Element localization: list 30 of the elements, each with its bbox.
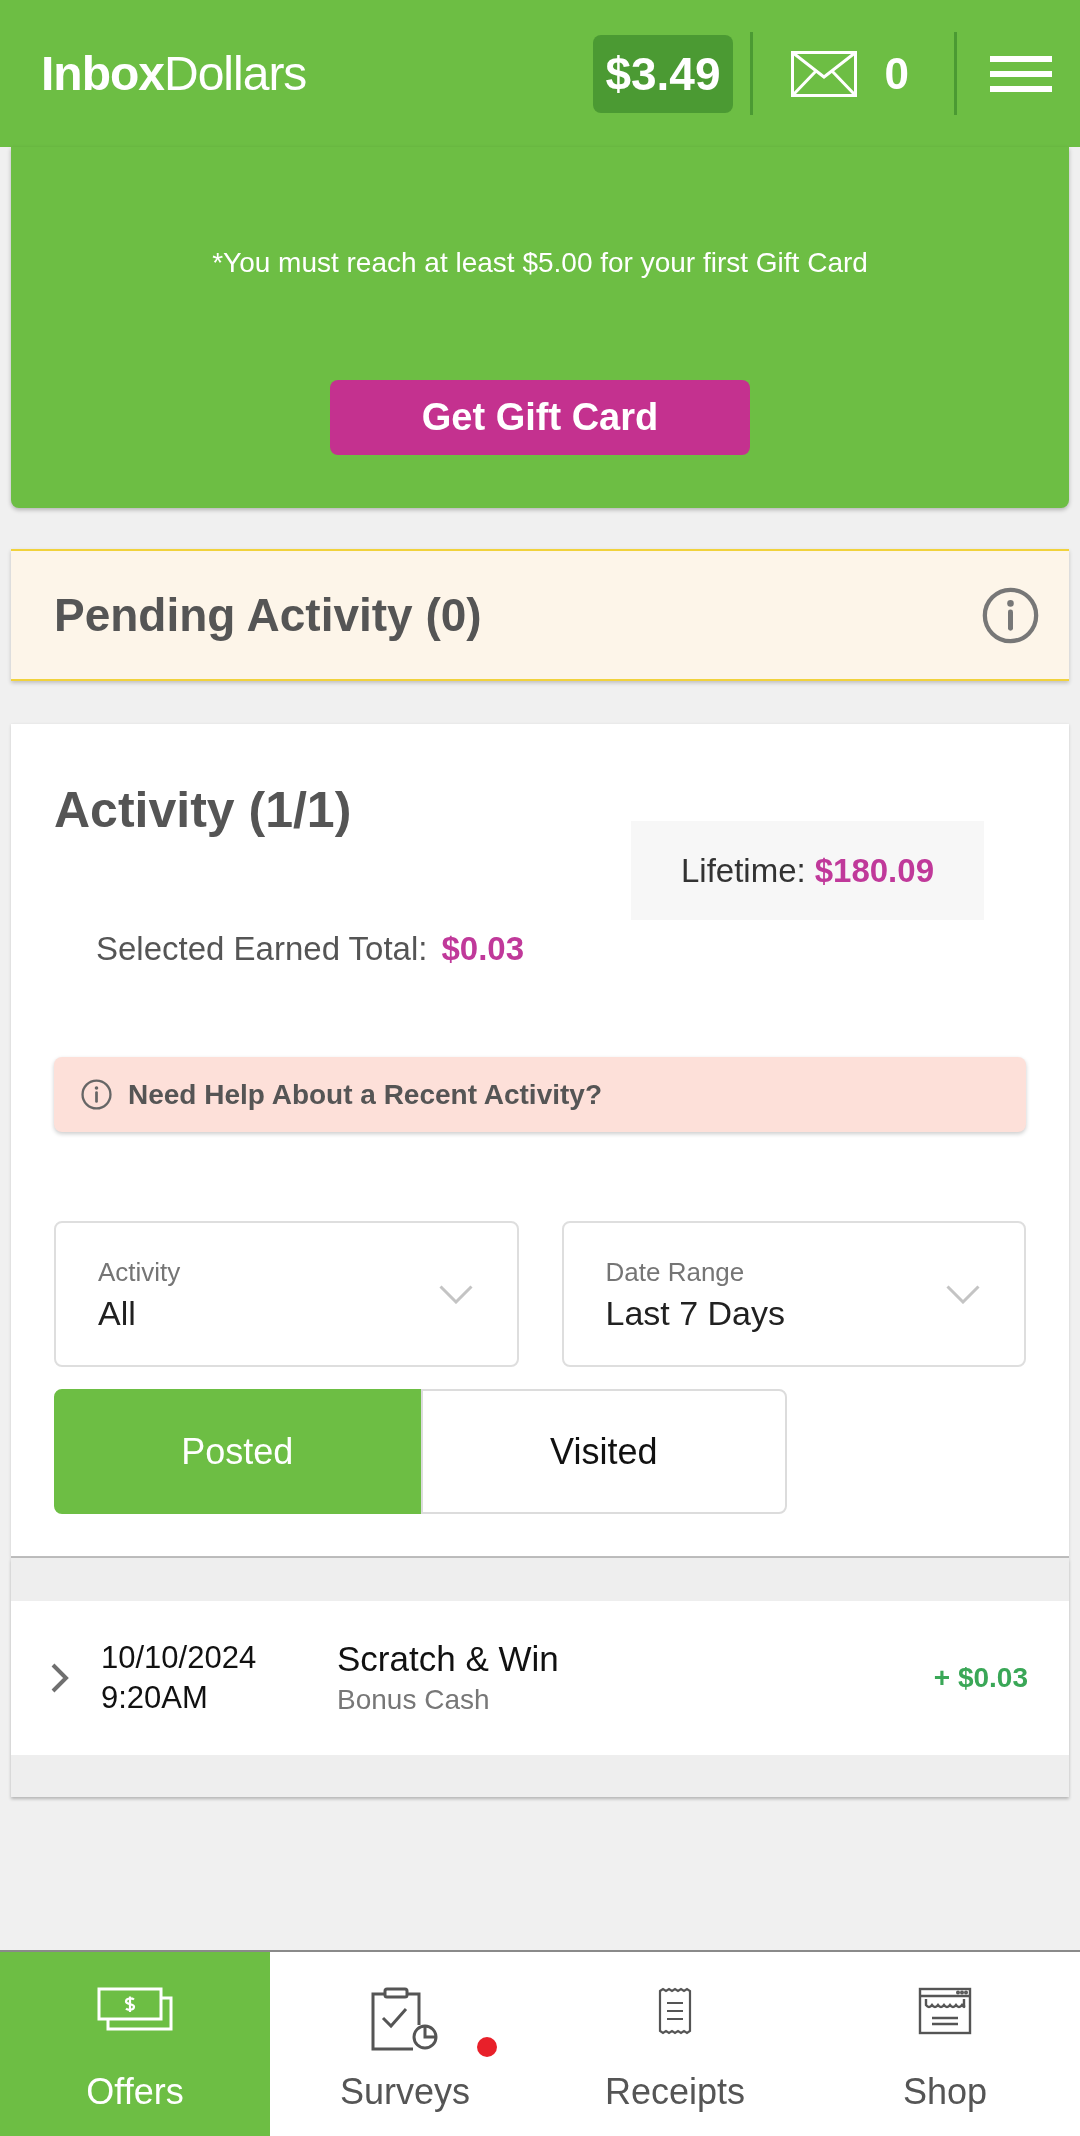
clipboard-icon bbox=[371, 1987, 439, 2051]
activity-title: Activity (1/1) bbox=[54, 781, 352, 839]
gift-card-notice: *You must reach at least $5.00 for your first Gift Card bbox=[212, 246, 868, 280]
help-banner[interactable]: Need Help About a Recent Activity? bbox=[54, 1057, 1026, 1132]
menu-icon bbox=[990, 55, 1052, 92]
lifetime-label: Lifetime: bbox=[681, 850, 806, 891]
selected-total-value: $0.03 bbox=[441, 930, 525, 968]
menu-button[interactable] bbox=[990, 55, 1052, 92]
mail-icon bbox=[790, 50, 857, 97]
activity-row[interactable]: 10/10/2024 9:20AM Scratch & Win Bonus Cash + $0.03 bbox=[11, 1601, 1069, 1755]
chevron-right-icon bbox=[50, 1662, 70, 1694]
entry-amount: + $0.03 bbox=[933, 1661, 1028, 1695]
entry-title: Scratch & Win bbox=[337, 1639, 559, 1679]
info-icon bbox=[81, 1079, 112, 1110]
receipt-icon bbox=[658, 1987, 692, 2035]
chevron-down-icon bbox=[946, 1284, 980, 1304]
chevron-down-icon bbox=[438, 1284, 473, 1304]
entry-type: Bonus Cash bbox=[337, 1683, 491, 1717]
filter-dropdown[interactable]: Activity All bbox=[54, 1221, 519, 1367]
storefront-icon bbox=[918, 1987, 972, 2035]
filter-tab[interactable]: Visited bbox=[420, 1389, 787, 1514]
get-gift-card-button[interactable]: Get Gift Card bbox=[330, 380, 750, 455]
entry-time: 9:20AM bbox=[101, 1679, 209, 1717]
balance-badge: $3.49 bbox=[593, 34, 733, 113]
cash-icon bbox=[97, 1987, 173, 2031]
info-icon[interactable] bbox=[982, 586, 1039, 644]
selected-total-label: Selected Earned Total: bbox=[96, 930, 428, 968]
lifetime-value: $180.09 bbox=[814, 850, 934, 891]
filter-dropdown[interactable]: Date Range Last 7 Days bbox=[561, 1221, 1026, 1367]
entry-date: 10/10/2024 bbox=[101, 1639, 258, 1677]
